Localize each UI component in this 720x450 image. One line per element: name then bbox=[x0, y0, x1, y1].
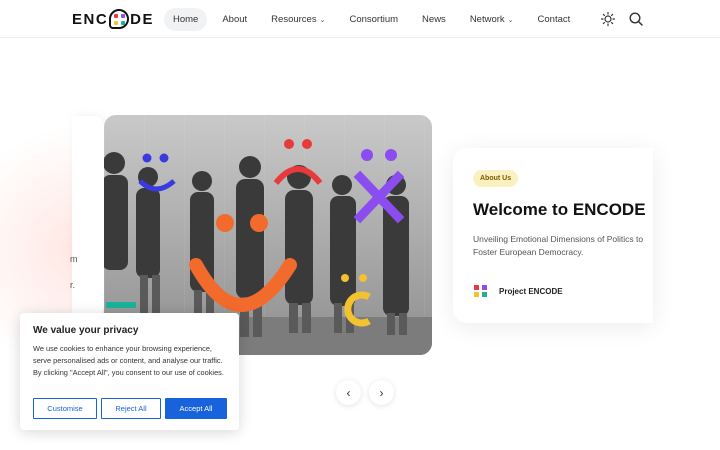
cookie-title: We value your privacy bbox=[33, 325, 139, 336]
nav-label: Home bbox=[173, 14, 199, 25]
hero-card: About Us Welcome to ENCODE Unveiling Emo… bbox=[453, 148, 653, 323]
logo-mark-icon bbox=[109, 9, 130, 29]
nav-item-network[interactable]: Network ⌄ bbox=[461, 8, 523, 31]
previous-slide-text: m bbox=[70, 254, 78, 264]
customise-button[interactable]: Customise bbox=[33, 398, 97, 419]
chevron-left-icon: ‹ bbox=[346, 385, 351, 400]
nav-label: Consortium bbox=[349, 14, 399, 25]
chevron-down-icon: ⌄ bbox=[319, 17, 326, 24]
cookie-banner: We value your privacy We use cookies to … bbox=[20, 313, 239, 430]
nav-label: Network bbox=[469, 14, 505, 25]
cookie-text: We use cookies to enhance your browsing … bbox=[33, 344, 224, 377]
hero-title: Welcome to ENCODE bbox=[473, 200, 646, 219]
page: ENC DE Home About Resources ⌄ Consortium … bbox=[0, 0, 720, 450]
previous-slide-text: r. bbox=[70, 280, 76, 290]
main-nav: Home About Resources ⌄ Consortium News Ne… bbox=[164, 8, 579, 31]
nav-item-home[interactable]: Home bbox=[164, 8, 208, 31]
chevron-down-icon: ⌄ bbox=[507, 17, 514, 24]
slider-controls: ‹ › bbox=[336, 380, 394, 405]
nav-label: About bbox=[222, 14, 248, 25]
search-icon[interactable] bbox=[628, 11, 644, 27]
logo-text-left: ENC bbox=[72, 10, 109, 28]
nav-item-resources[interactable]: Resources ⌄ bbox=[262, 8, 334, 31]
previous-slide-card[interactable] bbox=[72, 116, 104, 316]
accept-all-button[interactable]: Accept All bbox=[165, 398, 227, 419]
author-name: Project ENCODE bbox=[499, 286, 563, 296]
reject-all-button[interactable]: Reject All bbox=[101, 398, 161, 419]
author-row[interactable]: Project ENCODE bbox=[473, 284, 563, 298]
project-logo-icon bbox=[473, 284, 489, 298]
nav-item-about[interactable]: About bbox=[213, 8, 256, 31]
site-header: ENC DE Home About Resources ⌄ Consortium … bbox=[0, 0, 720, 38]
nav-label: Contact bbox=[537, 14, 571, 25]
encode-logo[interactable]: ENC DE bbox=[72, 8, 154, 30]
about-us-badge[interactable]: About Us bbox=[473, 170, 519, 187]
next-slide-button[interactable]: › bbox=[369, 380, 394, 405]
nav-item-contact[interactable]: Contact bbox=[529, 8, 580, 31]
logo-text-right: DE bbox=[130, 10, 155, 28]
sun-icon[interactable] bbox=[600, 11, 616, 27]
cookie-buttons: Customise Reject All Accept All bbox=[33, 398, 227, 419]
nav-label: News bbox=[422, 14, 446, 25]
hero-subtitle: Unveiling Emotional Dimensions of Politi… bbox=[473, 234, 644, 257]
nav-label: Resources bbox=[271, 14, 317, 25]
chevron-right-icon: › bbox=[379, 385, 384, 400]
header-icons bbox=[600, 11, 644, 27]
nav-item-news[interactable]: News bbox=[413, 8, 455, 31]
prev-slide-button[interactable]: ‹ bbox=[336, 380, 361, 405]
nav-item-consortium[interactable]: Consortium bbox=[340, 8, 407, 31]
